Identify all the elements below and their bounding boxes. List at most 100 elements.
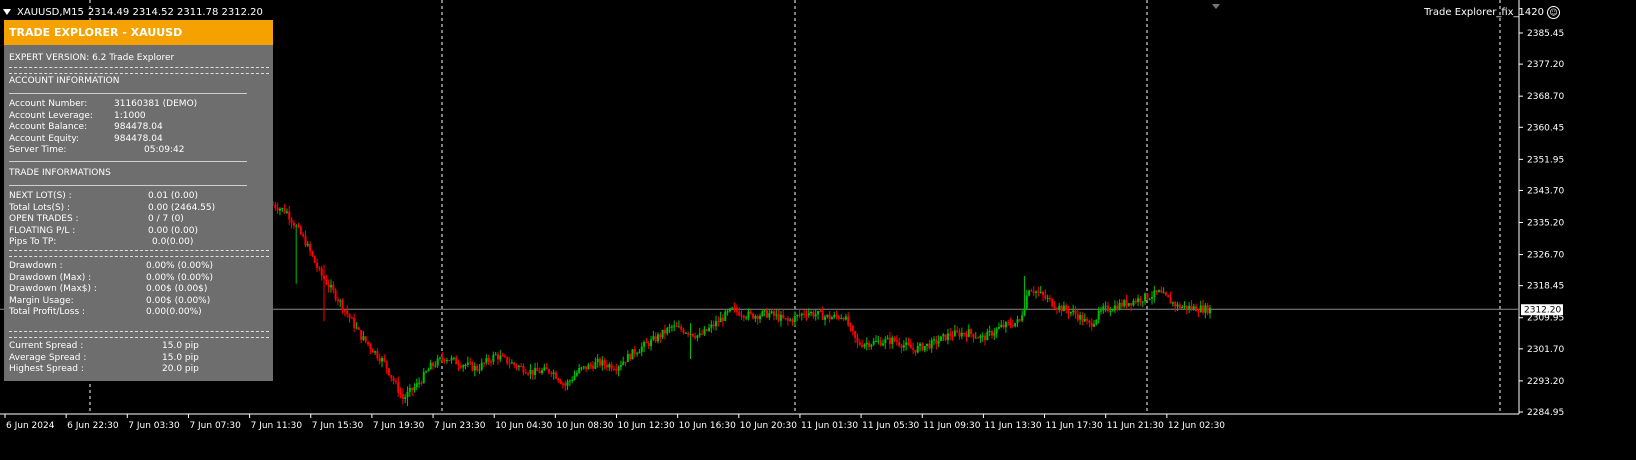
account-label: Account Balance: <box>9 122 88 132</box>
candle-body <box>1125 300 1128 306</box>
dropdown-triangle-icon[interactable] <box>3 9 11 15</box>
candle-body <box>1072 310 1075 313</box>
candle-body <box>285 211 288 213</box>
drawdown-value: 0.00% (0.00%) <box>146 261 214 271</box>
candle-body <box>645 342 648 344</box>
candle-body <box>995 328 998 334</box>
candle-body <box>290 219 293 223</box>
candle-body <box>779 314 782 321</box>
candle-body <box>638 352 641 354</box>
candle-body <box>879 340 882 346</box>
spread-label: Current Spread : <box>9 341 84 351</box>
candle-body <box>278 208 281 211</box>
y-tick-label: 2351.95 <box>1527 155 1564 165</box>
candle-body <box>617 366 620 371</box>
candle-body <box>1028 290 1031 296</box>
candle-body <box>909 344 912 349</box>
candle-body <box>1053 306 1056 309</box>
candle-body <box>473 365 476 371</box>
candle-body <box>865 342 868 345</box>
candle-body <box>631 349 634 360</box>
candle-body <box>466 362 469 365</box>
trade-label: Total Lots(S) : <box>9 202 71 213</box>
y-tick-label: 2326.70 <box>1527 251 1564 261</box>
candle-body <box>487 358 490 362</box>
candle-body <box>763 310 766 312</box>
y-tick-label: 2335.20 <box>1527 219 1564 229</box>
candle-body <box>413 387 416 391</box>
candle-body <box>907 342 910 345</box>
candle-body <box>1141 301 1144 303</box>
candle-body <box>1174 302 1177 307</box>
candle-body <box>1062 305 1065 312</box>
candle-body <box>1009 322 1012 326</box>
candle-body <box>696 335 699 338</box>
candle-body <box>812 311 815 317</box>
expert-advisor-label[interactable]: Trade Explorer_fix_1420 ☺ <box>1424 6 1560 19</box>
candle-body <box>928 343 931 349</box>
trade-value: 0 / 7 (0) <box>148 214 184 224</box>
candle-body <box>933 339 936 341</box>
candle-body <box>1192 306 1195 309</box>
account-value: 1:1000 <box>114 110 146 121</box>
candle-body <box>680 326 683 330</box>
candle-body <box>1037 291 1040 293</box>
candle-body <box>884 339 887 344</box>
candle-body <box>311 251 314 256</box>
candle-body <box>406 391 409 398</box>
candle-body <box>636 353 639 355</box>
candle-body <box>450 357 453 361</box>
candle-body <box>580 367 583 369</box>
candle-body <box>517 365 520 368</box>
candle-body <box>949 333 952 336</box>
candle-body <box>485 358 488 363</box>
drawdown-label: Drawdown : <box>9 261 63 271</box>
x-tick-label: 7 Jun 03:30 <box>128 421 180 431</box>
drawdown-label: Drawdown (Max) : <box>9 272 92 283</box>
y-tick-label: 2284.95 <box>1527 408 1564 418</box>
candle-body <box>705 329 708 331</box>
candle-body <box>710 324 713 328</box>
candle-body <box>958 331 961 337</box>
candle-body <box>589 364 592 366</box>
candle-body <box>612 369 615 371</box>
candle-body <box>770 311 773 314</box>
candle-body <box>429 362 432 370</box>
candle-body <box>735 307 738 312</box>
candle-body <box>1035 291 1038 293</box>
y-tick-label: 2377.20 <box>1527 60 1564 70</box>
candle-body <box>378 358 381 362</box>
y-tick-label: 2368.70 <box>1527 92 1564 102</box>
candle-body <box>749 311 752 314</box>
x-tick-label: 7 Jun 19:30 <box>373 421 425 431</box>
candle-body <box>490 361 493 363</box>
candle-body <box>404 397 407 399</box>
candle-body <box>835 314 838 317</box>
candle-body <box>661 329 664 338</box>
candle-body <box>348 314 351 318</box>
candle-body <box>599 358 602 366</box>
candle-body <box>608 364 611 368</box>
candle-body <box>476 365 479 371</box>
candle-body <box>626 354 629 363</box>
candle-body <box>823 316 826 320</box>
candle-body <box>1206 305 1209 314</box>
candle-body <box>578 368 581 373</box>
candle-body <box>868 342 871 347</box>
candle-body <box>492 354 495 362</box>
candle-body <box>510 362 513 364</box>
candle-body <box>817 311 820 315</box>
candle-body <box>984 335 987 341</box>
candle-body <box>782 314 785 318</box>
candle-body <box>1002 324 1005 328</box>
candle-body <box>881 343 884 346</box>
candle-body <box>545 367 548 370</box>
candle-body <box>997 327 1000 329</box>
candle-body <box>276 207 279 211</box>
candle-body <box>339 300 342 302</box>
candle-body <box>640 346 643 353</box>
candle-body <box>650 339 653 347</box>
candle-body <box>1086 319 1089 321</box>
trade-value: 0.00 (2464.55) <box>148 202 216 213</box>
candle-body <box>541 370 544 374</box>
